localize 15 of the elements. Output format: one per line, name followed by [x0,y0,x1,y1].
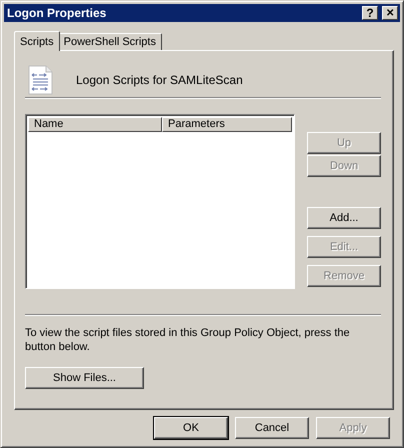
scripts-list[interactable]: Name Parameters [25,114,295,289]
dialog-button[interactable]: OK [154,417,228,439]
window-title: Logon Properties [7,6,108,20]
column-header[interactable]: Parameters [162,117,292,132]
show-files-button[interactable]: Show Files... [25,367,144,389]
info-text: To view the script files stored in this Group Policy Object, press the button below. [25,326,350,354]
dialog-button[interactable]: Cancel [235,417,309,439]
tab[interactable]: Scripts [14,31,60,51]
scripts-heading: Logon Scripts for SAMLiteScan [76,73,243,87]
close-button[interactable]: ✕ [382,6,398,20]
tab[interactable]: PowerShell Scripts [58,33,162,50]
script-file-icon [28,65,54,95]
help-button[interactable]: ? [362,6,378,20]
action-button[interactable]: Add... [307,207,381,229]
column-header[interactable]: Name [28,117,162,132]
